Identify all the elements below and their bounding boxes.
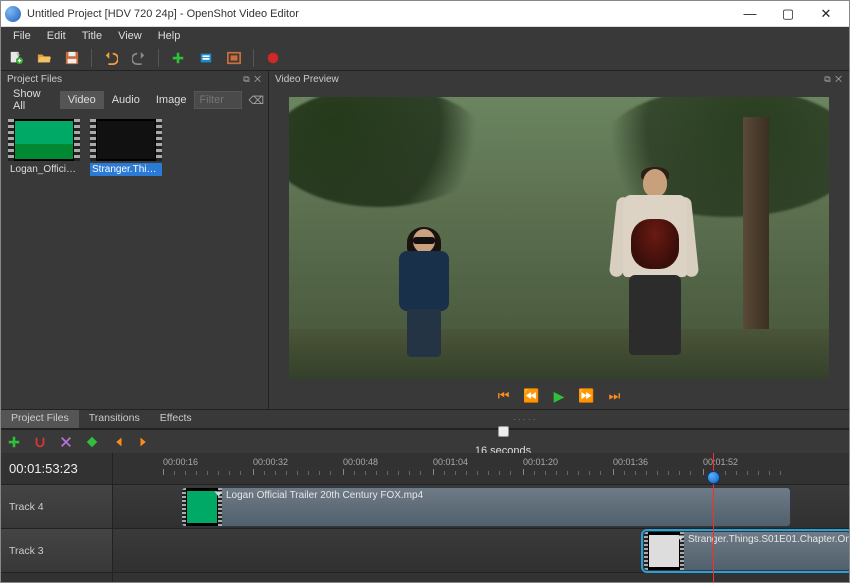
panel-dock-icons[interactable]: ⧉ ✕ [824,74,843,85]
fullscreen-button[interactable] [225,49,243,67]
track-header[interactable]: Track 4 [1,485,112,529]
video-frame[interactable] [289,97,829,379]
timeline-ruler[interactable]: 00:00:16 00:00:32 00:00:48 00:01:04 00:01:20… [113,453,849,485]
video-preview-header: Video Preview ⧉ ✕ [269,71,849,87]
filter-show-all[interactable]: Show All [5,85,60,115]
clear-filter-icon[interactable]: ⌫ [248,94,264,107]
clip-title: Stranger.Things.S01E01.Chapter.One.The.V… [684,532,849,547]
titlebar: Untitled Project [HDV 720 24p] - OpenSho… [1,1,849,27]
file-label: Stranger.Things.… [90,163,162,176]
filter-video[interactable]: Video [60,91,104,109]
jump-end-button[interactable]: ⏭ [609,388,621,404]
project-files-title: Project Files [7,74,62,85]
menu-file[interactable]: File [5,29,39,43]
menubar: File Edit Title View Help [1,27,849,45]
timeline-clip[interactable]: Stranger.Things.S01E01.Chapter.One.The.V… [643,531,849,571]
open-project-button[interactable] [35,49,53,67]
menu-view[interactable]: View [110,29,150,43]
filter-input[interactable] [194,91,242,109]
save-project-button[interactable] [63,49,81,67]
zoom-slider-handle[interactable] [498,426,509,437]
menu-edit[interactable]: Edit [39,29,74,43]
ruler-tick: 00:00:32 [253,457,288,467]
file-grid[interactable]: Logan_Official_… Stranger.Things.… [1,113,268,409]
timeline-toolbar: 16 seconds [1,429,849,453]
import-files-button[interactable] [169,49,187,67]
clip-title: Logan Official Trailer 20th Century FOX.… [222,488,790,503]
minimize-button[interactable]: ― [731,2,769,26]
playback-controls: ⏮ ⏪ ▶ ⏩ ⏭ [269,383,849,409]
timeline-left: 00:01:53:23 Track 4Track 3 [1,453,113,582]
fast-forward-button[interactable]: ⏩ [578,388,594,404]
file-filter-tabs: Show All Video Audio Image ⌫ [1,87,268,113]
file-thumbnail [8,119,80,161]
video-preview-panel: Video Preview ⧉ ✕ ⏮ [269,71,849,409]
ruler-tick: 00:01:20 [523,457,558,467]
tab-transitions[interactable]: Transitions [79,410,150,428]
undo-button[interactable] [102,49,120,67]
track-header[interactable]: Track 3 [1,529,112,573]
ruler-tick: 00:00:48 [343,457,378,467]
snap-button[interactable] [33,435,47,449]
filter-audio[interactable]: Audio [104,91,148,109]
file-item[interactable]: Logan_Official_… [7,119,81,176]
panel-dock-icons[interactable]: ⧉ ✕ [243,74,262,85]
file-thumbnail [90,119,162,161]
timeline-clip[interactable]: Logan Official Trailer 20th Century FOX.… [181,487,791,527]
timeline-tracks-area[interactable]: 00:00:16 00:00:32 00:00:48 00:01:04 00:01:20… [113,453,849,582]
rewind-button[interactable]: ⏪ [523,388,539,404]
close-button[interactable]: ✕ [807,2,845,26]
timeline: 00:01:53:23 Track 4Track 3 00:00:1600:00… [1,453,849,582]
add-track-button[interactable] [7,435,21,449]
ruler-tick: 00:01:04 [433,457,468,467]
ruler-tick: 00:00:16 [163,457,198,467]
app-icon [5,6,21,22]
timecode-display[interactable]: 00:01:53:23 [1,453,112,485]
window-title: Untitled Project [HDV 720 24p] - OpenSho… [27,8,731,20]
video-preview-area [269,87,849,383]
new-project-button[interactable] [7,49,25,67]
video-preview-title: Video Preview [275,74,339,85]
filter-image[interactable]: Image [148,91,195,109]
play-button[interactable]: ▶ [554,388,565,405]
window-controls: ― ▢ ✕ [731,2,845,26]
playhead[interactable] [713,453,714,582]
ruler-tick: 00:01:52 [703,457,738,467]
maximize-button[interactable]: ▢ [769,2,807,26]
export-button[interactable] [264,49,282,67]
add-marker-button[interactable] [85,435,99,449]
playhead-handle-icon[interactable] [707,471,720,484]
app-window: Untitled Project [HDV 720 24p] - OpenSho… [0,0,850,583]
razor-button[interactable] [59,435,73,449]
tab-project-files[interactable]: Project Files [1,410,79,428]
file-label: Logan_Official_… [8,163,80,176]
menu-help[interactable]: Help [150,29,189,43]
file-item[interactable]: Stranger.Things.… [89,119,163,176]
jump-start-button[interactable]: ⏮ [498,388,510,404]
menu-title[interactable]: Title [74,29,110,43]
track-row[interactable]: Stranger.Things.S01E01.Chapter.One.The.V… [113,529,849,573]
project-files-panel: Project Files ⧉ ✕ Show All Video Audio I… [1,71,269,409]
profile-button[interactable] [197,49,215,67]
ruler-tick: 00:01:36 [613,457,648,467]
track-row[interactable]: Logan Official Trailer 20th Century FOX.… [113,485,849,529]
redo-button[interactable] [130,49,148,67]
main-toolbar [1,45,849,71]
prev-marker-button[interactable] [111,435,125,449]
next-marker-button[interactable] [137,435,151,449]
